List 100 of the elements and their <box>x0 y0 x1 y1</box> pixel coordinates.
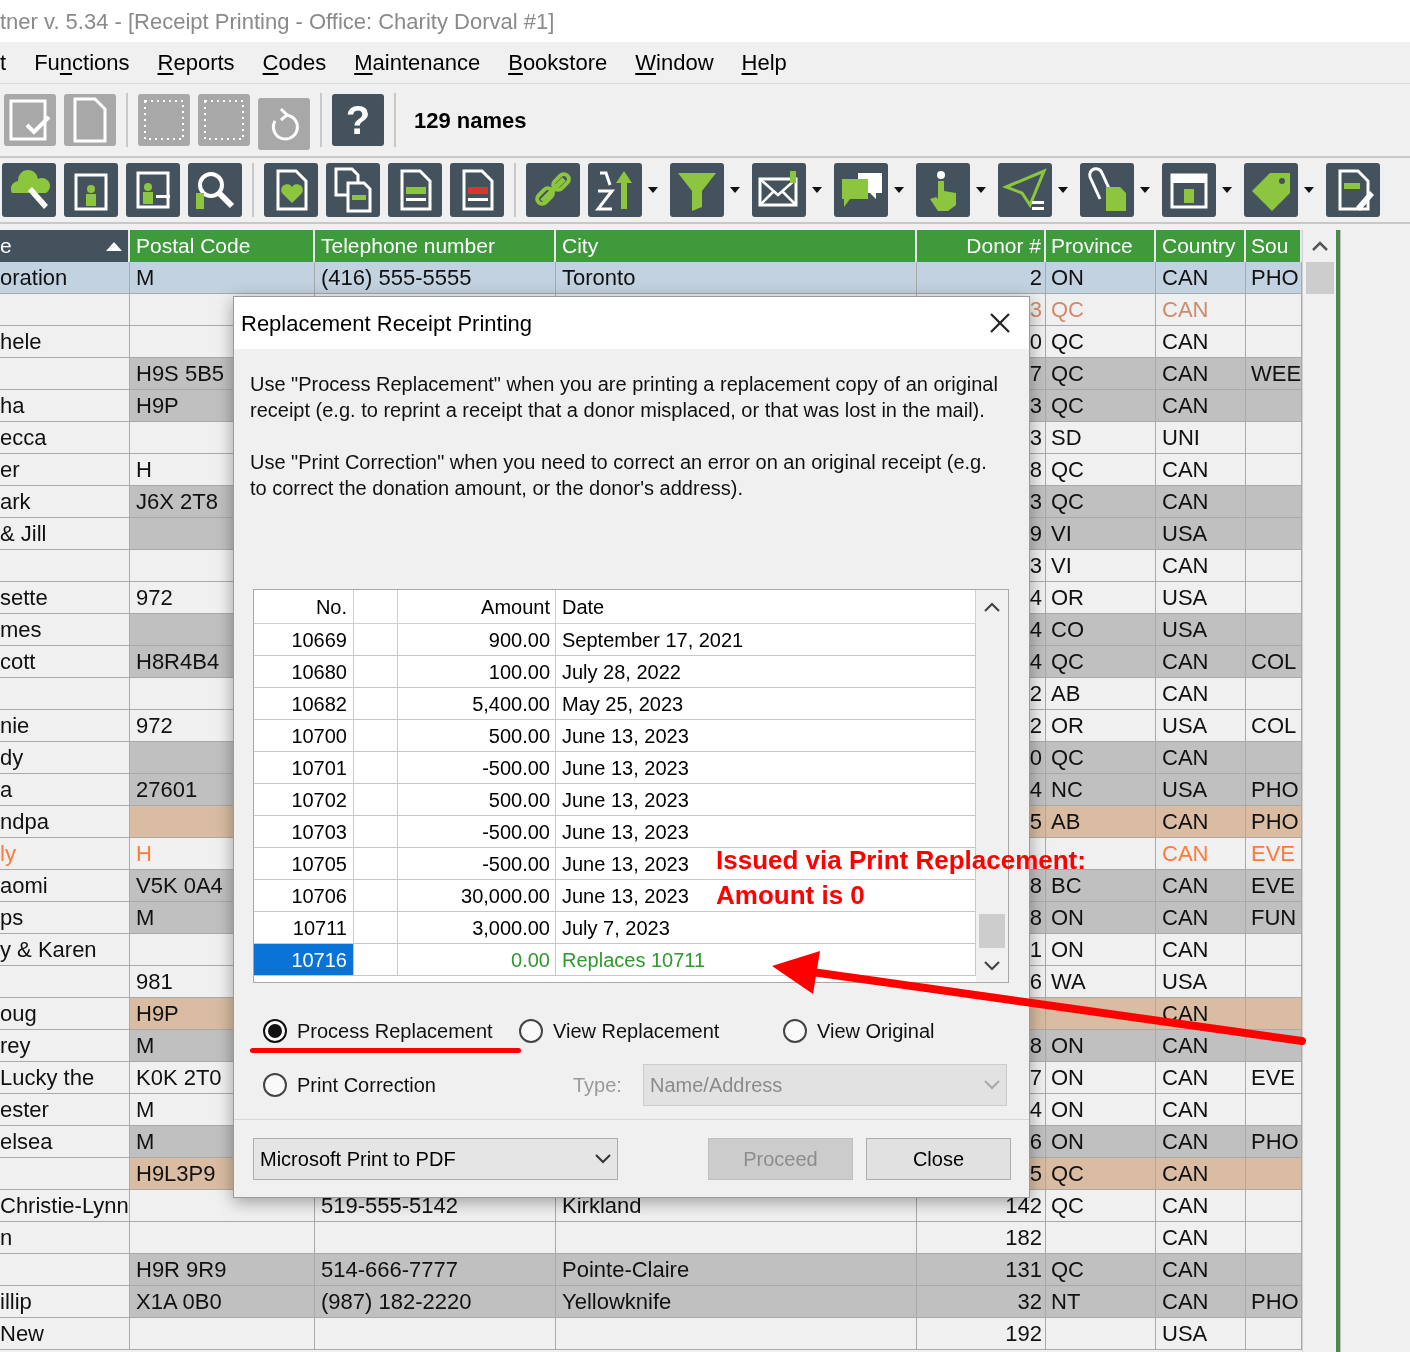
table-cell[interactable]: 10702 <box>254 784 354 816</box>
column-header[interactable]: Telephone number <box>315 230 556 262</box>
table-cell[interactable]: June 13, 2023 <box>562 880 689 911</box>
table-cell[interactable]: 3,000.00 <box>398 912 556 944</box>
column-header[interactable]: City <box>556 230 917 262</box>
heart-document-icon[interactable] <box>264 163 318 217</box>
table-cell[interactable]: June 13, 2023 <box>562 848 689 879</box>
table-cell[interactable] <box>354 720 398 752</box>
scrollbar-thumb[interactable] <box>979 914 1005 948</box>
menu-item[interactable]: Maintenance <box>354 46 481 79</box>
scroll-up-icon[interactable] <box>984 602 1000 612</box>
table-cell[interactable]: July 7, 2023 <box>562 912 670 943</box>
table-cell[interactable]: 100.00 <box>398 656 556 688</box>
table-cell[interactable]: Replaces 10711 <box>562 944 706 975</box>
table-cell[interactable] <box>354 880 398 912</box>
radio-icon[interactable] <box>519 1019 543 1043</box>
filter-icon[interactable] <box>670 163 724 217</box>
link-icon[interactable] <box>526 163 580 217</box>
caret-icon[interactable] <box>730 187 740 193</box>
menu-item[interactable]: Help <box>741 46 787 79</box>
caret-icon[interactable] <box>1140 187 1150 193</box>
envelope-icon[interactable] <box>752 163 806 217</box>
table-cell[interactable]: 500.00 <box>398 720 556 752</box>
document-icon[interactable] <box>450 163 504 217</box>
table-cell[interactable] <box>354 624 398 656</box>
close-icon[interactable] <box>989 312 1011 334</box>
menu-item[interactable]: Bookstore <box>508 46 608 79</box>
table-cell[interactable] <box>354 656 398 688</box>
table-cell[interactable]: July 28, 2022 <box>562 656 681 687</box>
table-cell[interactable] <box>354 816 398 848</box>
column-header[interactable]: Country <box>1156 230 1246 262</box>
documents-icon[interactable] <box>326 163 380 217</box>
table-cell[interactable]: May 25, 2023 <box>562 688 684 719</box>
caret-icon[interactable] <box>812 187 822 193</box>
table-cell[interactable]: 0.00 <box>398 944 556 976</box>
table-cell[interactable]: 10705 <box>254 848 354 880</box>
chat-icon[interactable] <box>834 163 888 217</box>
search-icon[interactable] <box>188 163 242 217</box>
table-cell[interactable]: June 13, 2023 <box>562 816 689 847</box>
table-cell[interactable]: 10700 <box>254 720 354 752</box>
sort-icon[interactable] <box>588 163 642 217</box>
column-header[interactable]: Donor # <box>917 230 1046 262</box>
clipboard-check-icon[interactable] <box>4 94 56 146</box>
printer-dropdown[interactable]: Microsoft Print to PDF <box>253 1137 618 1180</box>
table-cell[interactable]: September 17, 2021 <box>562 624 744 655</box>
table-cell[interactable]: 10703 <box>254 816 354 848</box>
column-header[interactable]: Postal Code <box>130 230 315 262</box>
radio-icon[interactable] <box>783 1019 807 1043</box>
calendar-icon[interactable] <box>1162 163 1216 217</box>
scroll-up-icon[interactable] <box>1311 241 1328 251</box>
table-cell[interactable]: June 13, 2023 <box>562 720 689 751</box>
table-cell[interactable]: -500.00 <box>398 848 556 880</box>
caret-icon[interactable] <box>1222 187 1232 193</box>
caret-icon[interactable] <box>894 187 904 193</box>
paperclip-icon[interactable] <box>1080 163 1134 217</box>
table-cell[interactable]: 10701 <box>254 752 354 784</box>
table-cell[interactable]: 10682 <box>254 688 354 720</box>
table-cell[interactable] <box>354 848 398 880</box>
help-button[interactable]: ? <box>332 94 384 146</box>
cloud-pencil-icon[interactable] <box>2 163 56 217</box>
menu-item[interactable]: t <box>0 46 7 79</box>
notepad-person-icon[interactable] <box>64 163 118 217</box>
table-cell[interactable]: 900.00 <box>398 624 556 656</box>
table-cell[interactable] <box>354 688 398 720</box>
menu-item[interactable]: Window <box>635 46 714 79</box>
caret-icon[interactable] <box>648 187 658 193</box>
table-cell[interactable] <box>354 912 398 944</box>
caret-icon[interactable] <box>1304 187 1314 193</box>
table-cell[interactable]: -500.00 <box>398 816 556 848</box>
table-cell[interactable]: 30,000.00 <box>398 880 556 912</box>
table-cell[interactable]: 10669 <box>254 624 354 656</box>
menu-item[interactable]: Reports <box>157 46 235 79</box>
dialog-button[interactable]: Close <box>866 1137 1011 1180</box>
menu-item[interactable]: Codes <box>262 46 327 79</box>
table-cell[interactable] <box>354 944 398 976</box>
table-cell[interactable] <box>354 784 398 816</box>
caret-icon[interactable] <box>976 187 986 193</box>
column-header[interactable]: Sou <box>1246 230 1302 262</box>
document-pencil-icon[interactable] <box>1326 163 1380 217</box>
table-cell[interactable]: -500.00 <box>398 752 556 784</box>
column-header[interactable]: No. <box>254 590 354 623</box>
radio-icon[interactable] <box>263 1073 287 1097</box>
table-cell[interactable]: 10706 <box>254 880 354 912</box>
scroll-down-icon[interactable] <box>984 961 1000 971</box>
table-cell[interactable]: June 13, 2023 <box>562 784 689 815</box>
column-header[interactable]: Province <box>1046 230 1156 262</box>
table-cell[interactable]: 5,400.00 <box>398 688 556 720</box>
scrollbar-thumb[interactable] <box>1305 262 1334 294</box>
notepad-person-icon[interactable] <box>126 163 180 217</box>
caret-icon[interactable] <box>1058 187 1068 193</box>
menu-item[interactable]: Functions <box>34 46 130 79</box>
hand-icon[interactable] <box>916 163 970 217</box>
column-header[interactable]: Amount <box>398 590 556 623</box>
table-cell[interactable] <box>354 752 398 784</box>
radio-button[interactable]: View Replacement <box>519 1016 720 1046</box>
document-icon[interactable] <box>388 163 442 217</box>
radio-icon[interactable] <box>263 1019 287 1043</box>
paper-plane-icon[interactable] <box>998 163 1052 217</box>
table-cell[interactable]: 10680 <box>254 656 354 688</box>
table-cell[interactable]: 500.00 <box>398 784 556 816</box>
